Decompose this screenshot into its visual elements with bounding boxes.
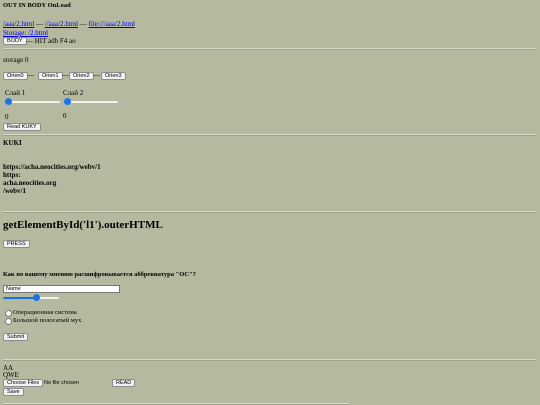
slider1-value: 0 [5,113,9,121]
page-title: OUT IN BODY OnLoad [3,2,71,9]
link-relative[interactable]: /aaa/2.html [3,20,34,28]
choose-files-button[interactable]: Choose Files [3,379,44,387]
storage-link[interactable]: Storage: /2.html [3,29,48,37]
submit-button[interactable]: Submit [3,333,29,341]
orient-separator: — [62,71,69,79]
kuki-line: acha.neocities.org [3,179,57,187]
kuki-heading: KUKI [3,139,22,147]
orient-separator: — [93,71,100,79]
slider-thumb[interactable] [64,98,71,105]
slider-thumb[interactable] [5,98,12,105]
slider1-label: Слай 1 [5,89,26,97]
save-button[interactable]: Save [3,388,24,396]
outerhtml-heading: getElementById('l1').outerHTML [3,219,163,231]
kuki-line: https: [3,171,21,179]
kuki-output: https://acha.neocities.org/webv/1 https:… [3,163,101,195]
divider [3,134,536,136]
link-row: /aaa/2.html — //aaa/2.html — file:///aaa… [3,20,135,29]
press-button[interactable]: PRESS [3,240,30,248]
read-kuky-button[interactable]: Read KUKY [3,123,41,131]
orient-separator: — [27,71,34,79]
name-input[interactable]: Name [3,285,120,293]
slider1[interactable] [5,98,60,105]
link-file[interactable]: file:///aaa/2.html [89,20,135,28]
kuki-line: https://acha.neocities.org/webv/1 [3,163,101,171]
hit-text: — HIT adb F4 ao [26,37,76,45]
slider-thumb[interactable] [33,294,41,301]
orient0-button[interactable]: Orien0 [3,72,28,80]
quiz-question: Как по вашему мнению расшифровывается аб… [3,271,196,278]
divider [3,359,536,361]
storage-label: storage 0 [3,56,29,64]
radio-option-1[interactable] [5,310,12,317]
link-separator: — [36,20,45,28]
radio-option-1-label: Операционная система [13,309,77,316]
slider2-label: Слай 2 [63,89,84,97]
kuki-line: /webv/1 [3,187,26,195]
read-button[interactable]: READ [112,379,136,387]
quiz-range[interactable] [3,294,59,301]
link-separator: — [79,20,87,28]
radio-option-2[interactable] [5,318,12,325]
radio-option-2-label: Большой полосатый мух [13,317,82,324]
body-button[interactable]: BODY [3,37,27,45]
no-file-text: No file chosen [44,380,79,386]
orient3-button[interactable]: Orien3 [101,72,126,80]
slider2[interactable] [64,98,118,105]
divider [3,211,536,213]
orient2-button[interactable]: Orien2 [69,72,94,80]
slider2-value: 0 [63,112,67,120]
divider [3,48,536,50]
link-protocol-relative[interactable]: //aaa/2.html [45,20,78,28]
orient1-button[interactable]: Orien1 [38,72,63,80]
